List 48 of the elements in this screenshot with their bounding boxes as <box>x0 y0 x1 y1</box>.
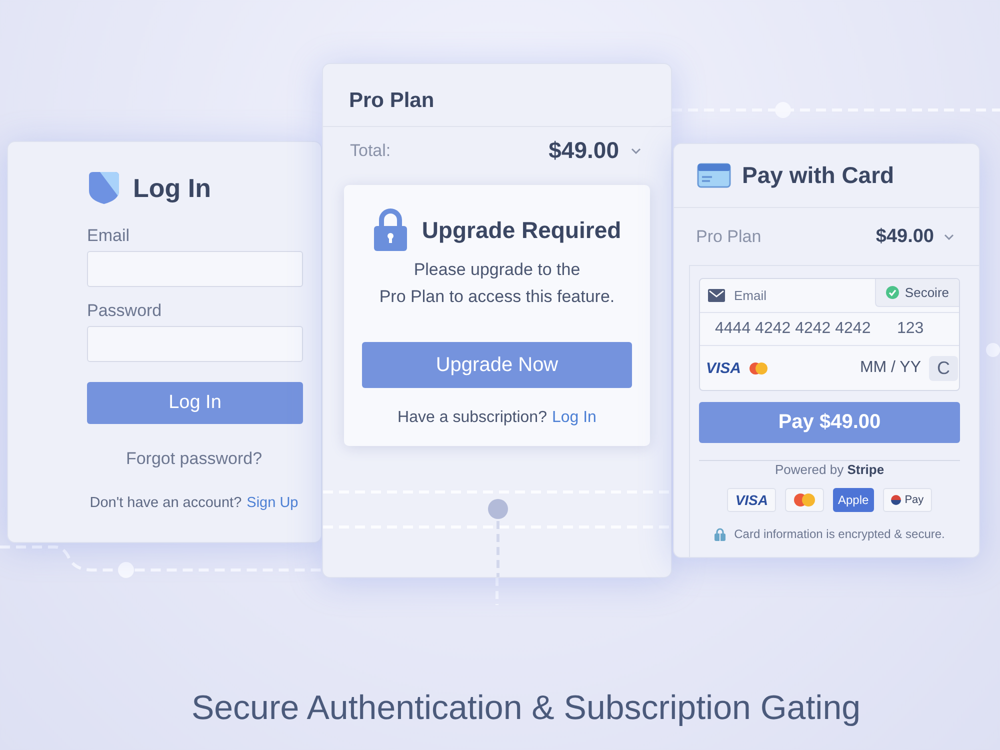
lock-icon <box>372 208 408 252</box>
connector-dot <box>986 343 1000 357</box>
email-field[interactable]: Email <box>734 279 875 311</box>
refresh-button[interactable]: C <box>929 356 958 380</box>
lock-icon <box>714 528 726 540</box>
check-circle-icon <box>886 286 899 299</box>
chevron-down-icon <box>944 234 954 240</box>
card-number-field[interactable]: 4444 4242 4242 4242 <box>715 320 887 338</box>
field-label: Email <box>87 226 130 246</box>
plan-title: Pro Plan <box>349 89 434 112</box>
credit-card-icon <box>697 163 731 188</box>
payment-title: Pay with Card <box>742 162 894 189</box>
upgrade-title: Upgrade Required <box>422 216 622 244</box>
forgot-password-link[interactable]: Forgot password? <box>126 449 262 469</box>
pay-button[interactable]: Pay $49.00 <box>699 402 960 443</box>
plan-name: Pro Plan <box>696 226 762 246</box>
total-label: Total: <box>350 140 391 161</box>
chevron-down-icon <box>631 148 641 154</box>
subscription-prompt: Have a subscription? <box>398 408 547 428</box>
login-button[interactable]: Log In <box>87 382 303 424</box>
mail-icon <box>708 289 725 302</box>
page-caption: Secure Authentication & Subscription Gating <box>190 688 862 728</box>
login-title: Log In <box>133 172 211 204</box>
overlapping-circles-icon <box>749 362 768 374</box>
connector-dot <box>488 499 508 519</box>
pay-logo-label: Pay <box>904 494 924 506</box>
signup-prompt: Don't have an account? <box>90 494 242 513</box>
field-label: Password <box>87 301 162 321</box>
sign-up-link[interactable]: Sign Up <box>246 493 298 513</box>
round-logo-icon <box>890 495 901 505</box>
secure-badge-label: Secoire <box>904 285 949 300</box>
cvc-field[interactable]: 123 <box>897 320 931 338</box>
visa-logo: VISA <box>727 488 776 512</box>
connector-dot <box>118 562 134 578</box>
price-dropdown[interactable]: $49.00 <box>876 226 954 248</box>
log-in-link[interactable]: Log In <box>552 408 596 428</box>
apple-logo: Apple <box>833 488 874 512</box>
upgrade-now-button[interactable]: Upgrade Now <box>362 342 632 388</box>
powered-by-text: Powered by Stripe <box>774 462 884 478</box>
security-note: Card information is encrypted & secure. <box>734 527 945 541</box>
overlapping-circles-icon <box>785 488 824 512</box>
expiry-field[interactable]: MM / YY <box>851 359 921 377</box>
upgrade-message: Please upgrade to the Pro Plan to access this feature. <box>379 259 615 308</box>
password-field[interactable] <box>87 326 303 362</box>
card-brand-label: VISA <box>706 360 742 376</box>
shield-icon <box>87 171 121 205</box>
price-dropdown[interactable]: $49.00 <box>548 137 641 164</box>
email-field[interactable] <box>87 251 303 287</box>
